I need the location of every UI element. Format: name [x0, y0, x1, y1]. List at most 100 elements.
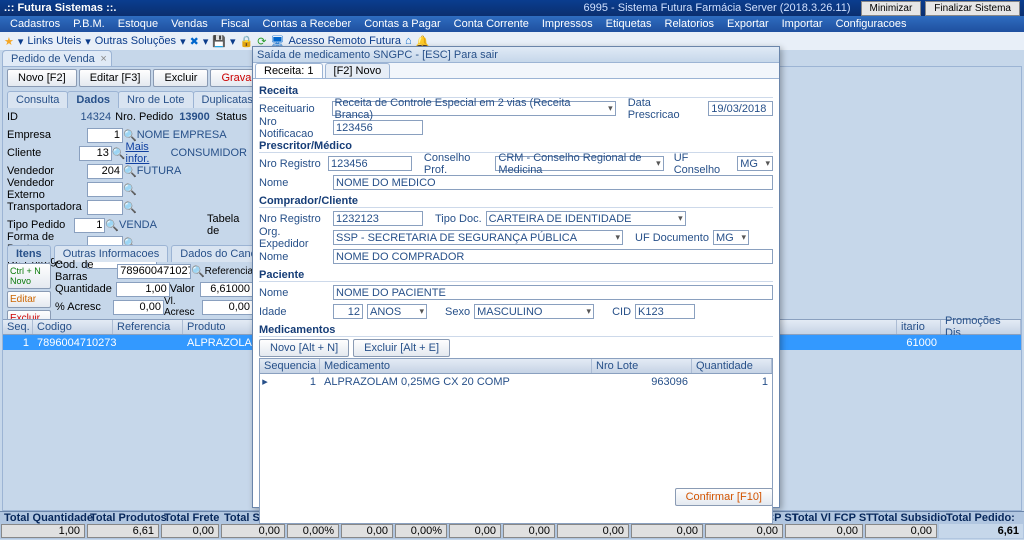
mh-lote[interactable]: Nro Lote: [592, 359, 692, 373]
dlg-tab-f2novo[interactable]: [F2] Novo: [325, 63, 391, 78]
outras-solucoes[interactable]: Outras Soluções: [95, 35, 176, 47]
minimize-button[interactable]: Minimizar: [861, 1, 922, 16]
menu-contas-receber[interactable]: Contas a Receber: [257, 18, 358, 30]
mh-seq[interactable]: Sequencia: [260, 359, 320, 373]
ctrl-n-novo-button[interactable]: Ctrl + N Novo: [7, 263, 51, 289]
empresa-name: NOME EMPRESA: [137, 129, 227, 141]
lookup-icon[interactable]: 🔍: [123, 129, 137, 142]
star-dropdown[interactable]: ▾: [18, 35, 24, 48]
comp-nome-label: Nome: [259, 251, 329, 263]
finalize-button[interactable]: Finalizar Sistema: [925, 1, 1020, 16]
menu-conta-corrente[interactable]: Conta Corrente: [448, 18, 535, 30]
gh-promo[interactable]: Promoções Dis: [941, 320, 1021, 334]
save-icon[interactable]: 💾: [212, 35, 226, 48]
gh-ref[interactable]: Referencia: [113, 320, 183, 334]
tab-nro-lote[interactable]: Nro de Lote: [118, 91, 193, 108]
tv-valst: 0,00: [631, 524, 703, 538]
tab-consulta[interactable]: Consulta: [7, 91, 68, 108]
comp-reg-input[interactable]: 1232123: [333, 211, 423, 226]
comp-nome-input[interactable]: NOME DO COMPRADOR: [333, 249, 773, 264]
ref-label: Referencia: [205, 266, 253, 277]
menu-etiquetas[interactable]: Etiquetas: [600, 18, 658, 30]
cliente-id-input[interactable]: 13: [79, 146, 112, 161]
tab-dados[interactable]: Dados: [67, 91, 119, 108]
document-tab[interactable]: Pedido de Venda ×: [2, 50, 112, 67]
vendedor-id-input[interactable]: 204: [87, 164, 123, 179]
med-grid-row[interactable]: ▸ 1 ALPRAZOLAM 0,25MG CX 20 COMP 963096 …: [260, 374, 772, 389]
receituario-select[interactable]: Receita de Controle Especial em 2 vias (…: [332, 101, 616, 116]
mh-med[interactable]: Medicamento: [320, 359, 592, 373]
confirmar-button[interactable]: Confirmar [F10]: [675, 488, 773, 506]
excluir-alt-e-button[interactable]: Excluir [Alt + E]: [353, 339, 450, 357]
gh-itario[interactable]: itario: [897, 320, 941, 334]
editar-button[interactable]: Editar [F3]: [79, 69, 152, 87]
qtd-input[interactable]: 1,00: [116, 282, 169, 297]
nro-notif-input[interactable]: 123456: [333, 120, 423, 135]
novo-alt-n-button[interactable]: Novo [Alt + N]: [259, 339, 349, 357]
menu-fiscal[interactable]: Fiscal: [215, 18, 256, 30]
pac-nome-input[interactable]: NOME DO PACIENTE: [333, 285, 773, 300]
lookup-icon[interactable]: 🔍: [105, 219, 119, 232]
star-icon[interactable]: ★: [4, 35, 14, 48]
th-subs: Total Subsidio: [868, 512, 942, 524]
menu-impressos[interactable]: Impressos: [536, 18, 599, 30]
tv-qtd: 1,00: [1, 524, 85, 538]
cod-barras-input[interactable]: 7896004710273: [117, 264, 191, 279]
vl-acresc-input[interactable]: 0,00: [202, 300, 253, 315]
tabela-label: Tabela de: [207, 213, 247, 237]
menu-vendas[interactable]: Vendas: [165, 18, 214, 30]
presc-nome-input[interactable]: NOME DO MEDICO: [333, 175, 773, 190]
idade-input[interactable]: 12: [333, 304, 363, 319]
acresc-input[interactable]: 0,00: [113, 300, 164, 315]
dlg-tab-receita1[interactable]: Receita: 1: [255, 63, 323, 78]
org-exp-select[interactable]: SSP - SECRETARIA DE SEGURANÇA PÚBLICA: [333, 230, 623, 245]
valor-input[interactable]: 6,61000: [200, 282, 253, 297]
uf-cons-label: UF Conselho: [674, 152, 734, 176]
lookup-icon[interactable]: 🔍: [112, 147, 126, 160]
tools-icon[interactable]: ✖: [190, 35, 199, 48]
empresa-id-input[interactable]: 1: [87, 128, 123, 143]
idade-unit-select[interactable]: ANOS: [367, 304, 427, 319]
gh-seq[interactable]: Seq.: [3, 320, 33, 334]
tab-itens[interactable]: Itens: [7, 245, 51, 262]
uf-cons-select[interactable]: MG: [737, 156, 773, 171]
presc-reg-input[interactable]: 123456: [328, 156, 412, 171]
nro-pedido-value: 13900: [179, 111, 210, 123]
links-uteis[interactable]: Links Uteis: [27, 35, 81, 47]
transp-label: Transportadora: [7, 201, 87, 213]
gc-ref: [113, 335, 183, 350]
transp-input[interactable]: [87, 200, 123, 215]
item-editar-button[interactable]: Editar: [7, 291, 51, 308]
menu-config[interactable]: Configuracoes: [830, 18, 913, 30]
data-presc-input[interactable]: 19/03/2018: [708, 101, 773, 116]
mh-qtd[interactable]: Quantidade: [692, 359, 772, 373]
sexo-select[interactable]: MASCULINO: [474, 304, 594, 319]
tipo-doc-select[interactable]: CARTEIRA DE IDENTIDADE: [486, 211, 686, 226]
lookup-icon[interactable]: 🔍: [123, 201, 137, 214]
menu-relatorios[interactable]: Relatorios: [659, 18, 721, 30]
chevron-down-icon: ▾: [180, 35, 186, 48]
excluir-button[interactable]: Excluir: [153, 69, 208, 87]
mais-infor-link[interactable]: Mais infor.: [126, 141, 171, 165]
cod-barras-label: Cod. de Barras: [55, 259, 117, 283]
menu-exportar[interactable]: Exportar: [721, 18, 775, 30]
menu-cadastros[interactable]: Cadastros: [4, 18, 66, 30]
lookup-icon[interactable]: 🔍: [123, 183, 137, 196]
menu-pbm[interactable]: P.B.M.: [67, 18, 111, 30]
uf-doc-select[interactable]: MG: [713, 230, 749, 245]
menu-estoque[interactable]: Estoque: [112, 18, 164, 30]
gh-codigo[interactable]: Codigo: [33, 320, 113, 334]
document-tab-label: Pedido de Venda: [11, 53, 95, 65]
vend-ext-input[interactable]: [87, 182, 123, 197]
lookup-icon[interactable]: 🔍: [123, 165, 137, 178]
lookup-icon[interactable]: 🔍: [191, 265, 205, 278]
cid-input[interactable]: K123: [635, 304, 695, 319]
novo-button[interactable]: Novo [F2]: [7, 69, 77, 87]
close-icon[interactable]: ×: [100, 53, 106, 65]
tv-vlfcp: 0,00: [785, 524, 863, 538]
tipo-doc-label: Tipo Doc.: [435, 213, 482, 225]
menu-contas-pagar[interactable]: Contas a Pagar: [358, 18, 446, 30]
conselho-select[interactable]: CRM - Conselho Regional de Medicina: [495, 156, 663, 171]
menu-importar[interactable]: Importar: [776, 18, 829, 30]
pac-nome-label: Nome: [259, 287, 329, 299]
